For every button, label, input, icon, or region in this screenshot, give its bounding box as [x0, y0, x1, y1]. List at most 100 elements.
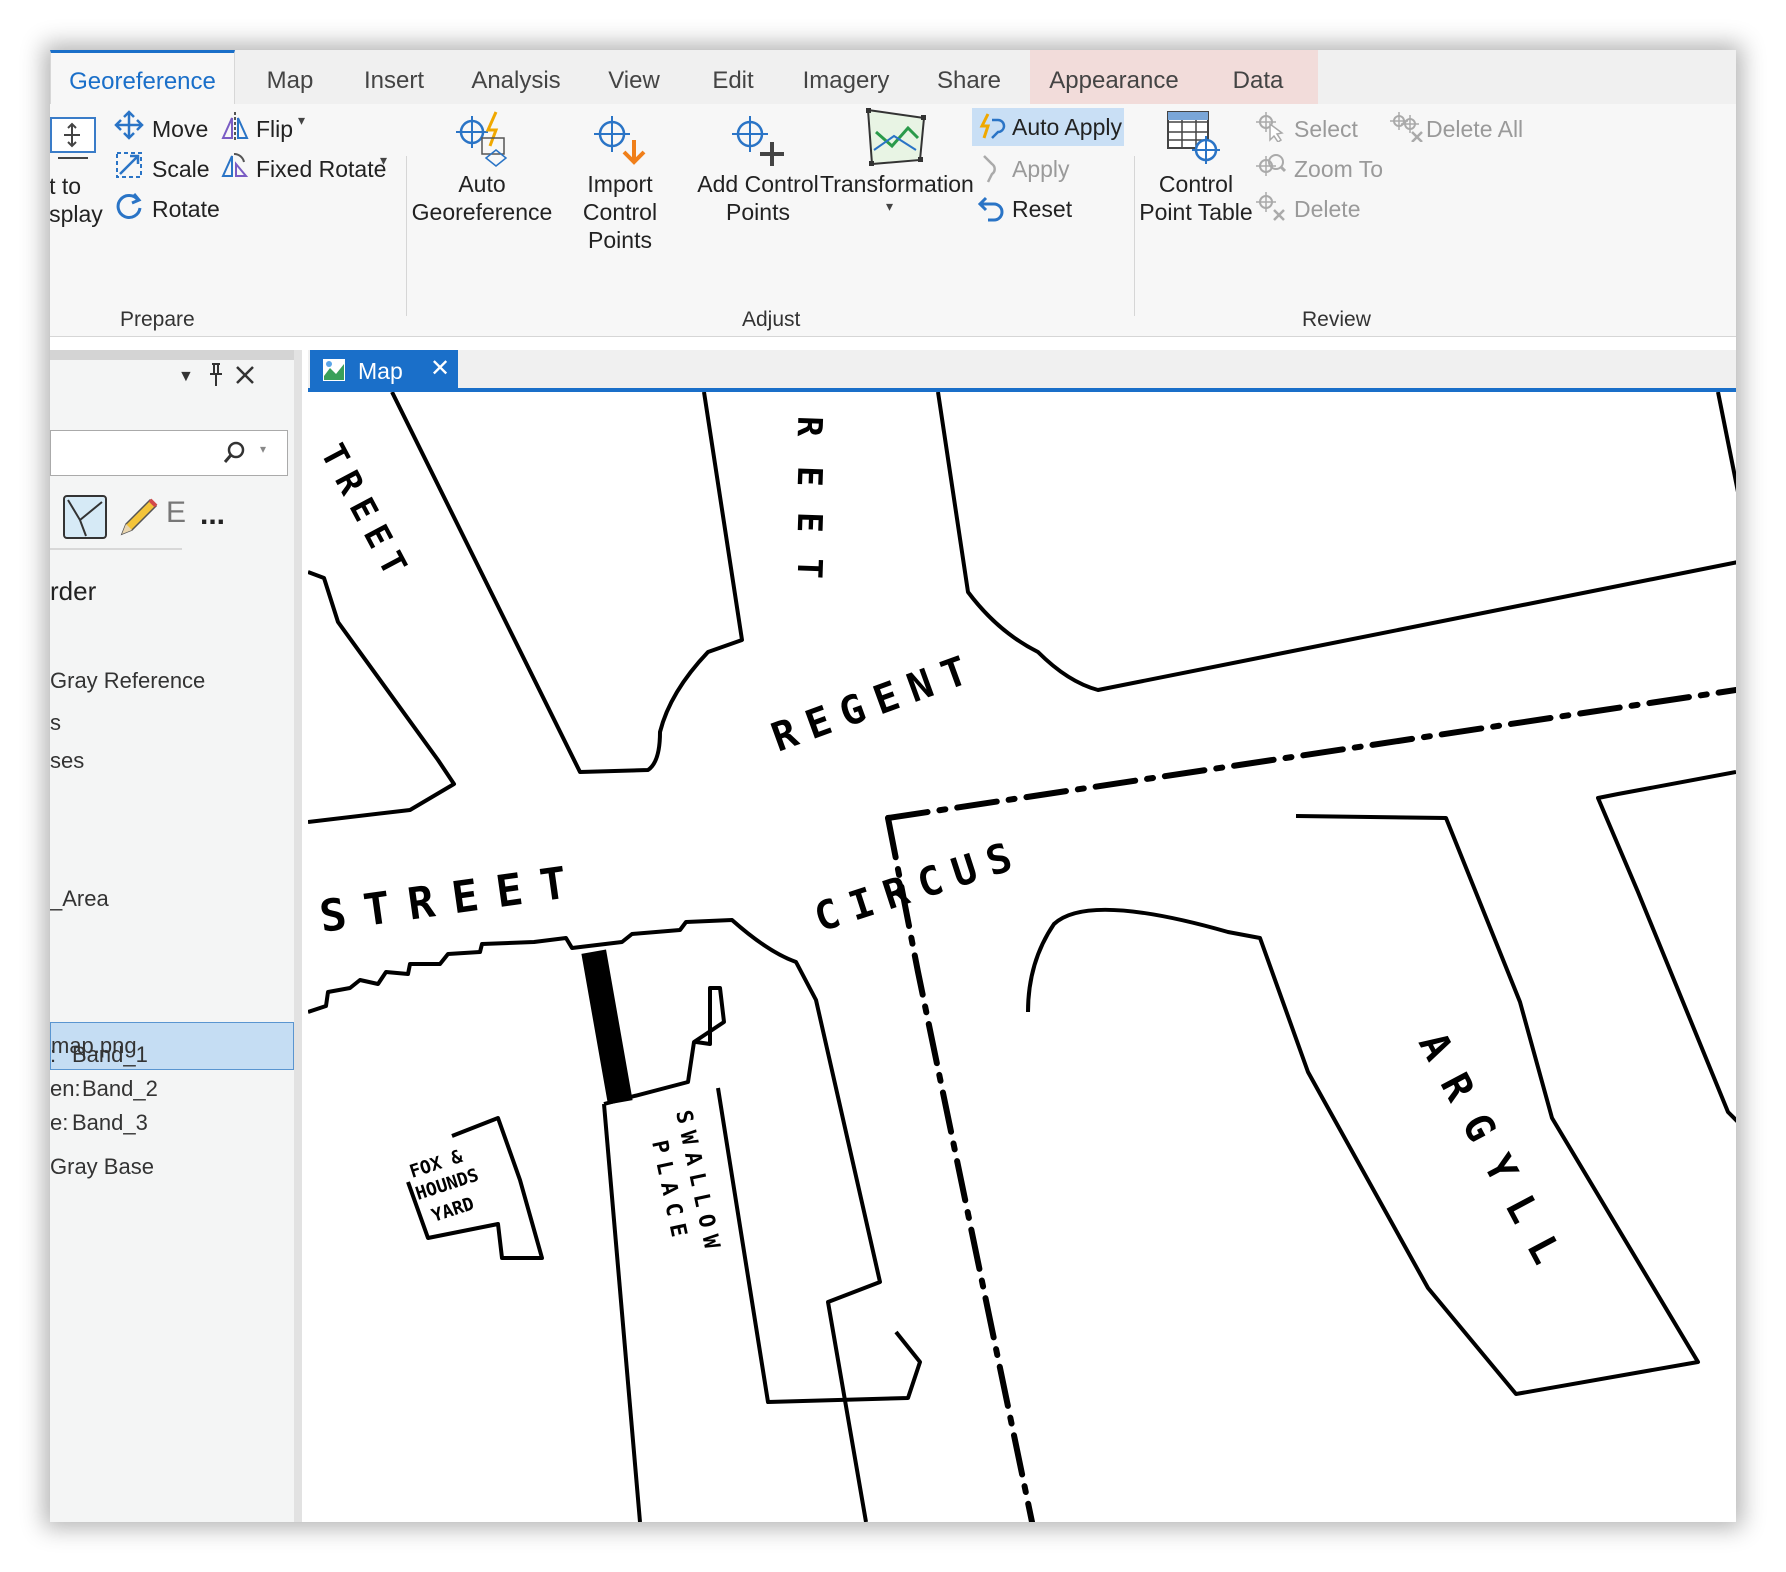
- layer-item-area[interactable]: _Area: [50, 886, 109, 912]
- auto-georeference-icon: [456, 111, 508, 167]
- tab-insert[interactable]: Insert: [342, 50, 446, 104]
- tab-share[interactable]: Share: [916, 50, 1022, 104]
- transformation-label: Transformation: [820, 171, 974, 197]
- select-label: Select: [1294, 116, 1358, 142]
- add-control-points-label-1: Add Control: [697, 171, 819, 197]
- apply-label: Apply: [1012, 156, 1070, 182]
- flip-dropdown-arrow[interactable]: ▾: [298, 112, 305, 129]
- auto-apply-icon: [979, 113, 1006, 139]
- map-label-argyll: ARGYLL: [1409, 1025, 1579, 1291]
- close-map-tab-icon[interactable]: ✕: [430, 354, 450, 383]
- tab-appearance[interactable]: Appearance: [1030, 50, 1198, 104]
- band-blue-prefix: e:: [50, 1110, 69, 1135]
- layer-gray-base[interactable]: Gray Base: [50, 1154, 154, 1180]
- layer-item-ses[interactable]: ses: [50, 748, 84, 774]
- zoom-to-icon: [1256, 154, 1286, 176]
- contents-pane-header-strip: [50, 350, 294, 360]
- rotate-label: Rotate: [152, 196, 220, 222]
- control-point-table-label-2: Point Table: [1139, 199, 1253, 225]
- map-tab-label: Map: [358, 358, 403, 384]
- group-label-review: Review: [1302, 308, 1371, 331]
- band-green-prefix: en:: [50, 1076, 81, 1101]
- map-label-street: STREET: [316, 855, 587, 943]
- scale-icon: [116, 152, 142, 178]
- pane-options-dropdown-icon[interactable]: ▼: [178, 368, 194, 386]
- tab-map[interactable]: Map: [240, 50, 340, 104]
- search-options-arrow[interactable]: ▾: [260, 442, 266, 456]
- move-icon: [114, 110, 144, 140]
- tab-imagery[interactable]: Imagery: [790, 50, 902, 104]
- map-label-eet-top-3: E: [789, 511, 830, 533]
- band-red-prefix: :: [50, 1042, 57, 1067]
- tab-map-view[interactable]: Map ✕: [310, 350, 458, 390]
- fixed-rotate-dropdown-arrow[interactable]: ▾: [380, 152, 387, 169]
- control-point-table-icon: [1167, 111, 1220, 164]
- tab-georeference[interactable]: Georeference: [50, 50, 235, 104]
- contents-search-input[interactable]: [50, 430, 288, 476]
- map-label-circus: CIRCUS: [809, 831, 1029, 942]
- delete-label: Delete: [1294, 196, 1361, 222]
- zoom-to-label: Zoom To: [1294, 156, 1384, 182]
- auto-apply-button[interactable]: Auto Apply: [972, 108, 1124, 146]
- auto-georeference-label-1: Auto: [458, 171, 506, 197]
- delete-all-label: Delete All: [1426, 116, 1524, 142]
- band-blue-value: Band_3: [72, 1110, 148, 1135]
- apply-icon: [983, 155, 996, 183]
- auto-georeference-label-2: Georeference: [411, 199, 553, 225]
- scanned-map-image: R E E T TREET REGENT STREET CIRCUS ARGYL…: [308, 392, 1736, 1522]
- ribbon-separator: [1134, 156, 1135, 316]
- pin-icon[interactable]: [206, 362, 226, 388]
- ribbon-separator: [406, 156, 407, 316]
- map-label-eet-top-1: R: [789, 415, 830, 437]
- list-by-drawing-order-icon[interactable]: [62, 494, 108, 540]
- more-options-icon[interactable]: ...: [200, 498, 225, 532]
- reset-label: Reset: [1012, 196, 1073, 222]
- view-tab-strip: [308, 350, 1736, 390]
- tab-view[interactable]: View: [586, 50, 682, 104]
- add-control-points-icon: [732, 116, 784, 166]
- move-label: Move: [152, 116, 209, 142]
- delete-icon: [1256, 192, 1285, 221]
- search-icon[interactable]: [222, 440, 248, 466]
- fit-to-display-icon: [50, 117, 96, 159]
- rotate-icon: [116, 193, 142, 219]
- fixed-rotate-icon: [221, 152, 249, 177]
- ribbon: it to isplay Move Scale Rotate: [50, 104, 1736, 337]
- flip-label: Flip: [256, 116, 294, 142]
- ribbon-tab-bar: Georeference Map Insert Analysis View Ed…: [50, 50, 1736, 104]
- group-label-adjust: Adjust: [742, 308, 801, 331]
- fit-to-display-label-1: it to: [50, 173, 82, 199]
- transformation-icon: [866, 108, 926, 166]
- list-by-editing-icon[interactable]: E: [166, 496, 186, 530]
- import-control-points-label-2: Control Points: [582, 199, 658, 253]
- pane-splitter[interactable]: [294, 350, 302, 1522]
- edit-pencil-icon[interactable]: [116, 494, 162, 540]
- map-label-eet-top-2: E: [789, 465, 830, 487]
- reset-icon: [977, 196, 1004, 222]
- band-red-value: Band_1: [72, 1042, 148, 1067]
- layer-item-s[interactable]: s: [50, 710, 61, 736]
- select-icon: [1256, 112, 1284, 142]
- map-label-regent: REGENT: [766, 644, 985, 761]
- band-green-value: Band_2: [82, 1076, 158, 1101]
- fixed-rotate-label: Fixed Rotate: [256, 156, 387, 182]
- pane-divider: [50, 548, 182, 550]
- scale-label: Scale: [152, 156, 210, 182]
- map-view-icon: [323, 359, 345, 381]
- arcgis-window: Georeference Map Insert Analysis View Ed…: [50, 50, 1736, 1522]
- map-label-eet-top-4: T: [789, 557, 830, 579]
- tab-edit[interactable]: Edit: [690, 50, 776, 104]
- tab-analysis[interactable]: Analysis: [458, 50, 574, 104]
- map-view[interactable]: R E E T TREET REGENT STREET CIRCUS ARGYL…: [308, 392, 1736, 1522]
- import-control-points-icon: [594, 116, 646, 165]
- flip-icon: [221, 112, 249, 140]
- map-label-treet: TREET: [312, 437, 419, 590]
- add-control-points-label-2: Points: [726, 199, 790, 225]
- tab-data[interactable]: Data: [1198, 50, 1318, 104]
- group-label-prepare: Prepare: [120, 308, 195, 331]
- control-point-table-label-1: Control: [1158, 171, 1234, 197]
- delete-all-icon: [1390, 112, 1423, 142]
- layer-gray-reference[interactable]: Gray Reference: [50, 668, 205, 694]
- transformation-dropdown-arrow[interactable]: ▾: [886, 198, 893, 215]
- close-pane-icon[interactable]: [234, 364, 256, 386]
